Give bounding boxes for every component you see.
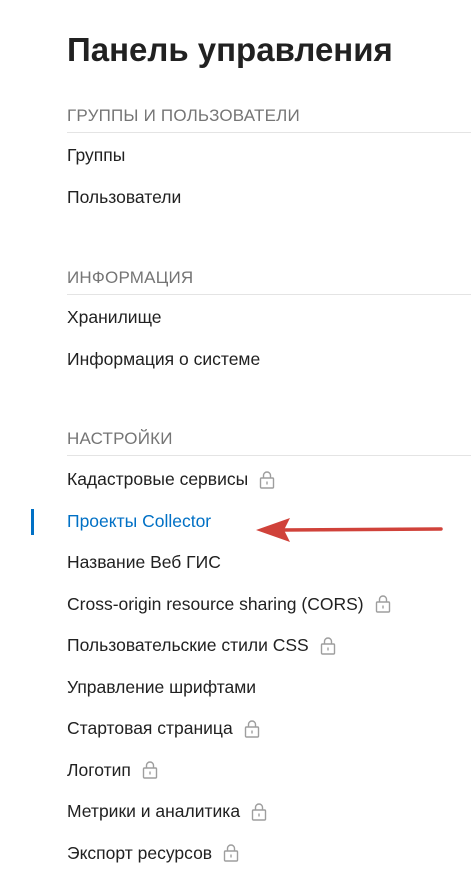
lock-icon xyxy=(251,802,267,821)
page-title: Панель управления xyxy=(67,31,393,68)
menu-item-users[interactable]: Пользователи xyxy=(67,177,471,219)
menu-item-label[interactable]: Метрики и аналитика xyxy=(67,801,240,822)
section-groups-users: ГРУППЫ И ПОЛЬЗОВАТЕЛИ Группы Пользовател… xyxy=(67,105,471,218)
section-settings: НАСТРОЙКИ Кадастровые сервисы Проекты Co… xyxy=(31,428,471,875)
menu-item-metrics-analytics[interactable]: Метрики и аналитика xyxy=(67,791,471,833)
menu-item-label[interactable]: Cross-origin resource sharing (CORS) xyxy=(67,594,364,615)
section-title: ИНФОРМАЦИЯ xyxy=(67,267,471,295)
menu-list: Хранилище Информация о системе xyxy=(67,297,471,380)
menu-item-label[interactable]: Проекты Collector xyxy=(67,511,211,532)
lock-icon xyxy=(259,470,275,489)
menu-item-resource-export[interactable]: Экспорт ресурсов xyxy=(67,833,471,875)
menu-item-logo[interactable]: Логотип xyxy=(67,750,471,792)
red-arrow-icon xyxy=(256,518,443,542)
menu-item-start-page[interactable]: Стартовая страница xyxy=(67,708,471,750)
menu-item-label[interactable]: Название Веб ГИС xyxy=(67,552,221,573)
menu-item-label[interactable]: Управление шрифтами xyxy=(67,677,256,698)
lock-icon xyxy=(142,760,158,779)
section-title: НАСТРОЙКИ xyxy=(67,428,471,456)
menu-item-label[interactable]: Группы xyxy=(67,145,125,166)
menu-item-label[interactable]: Стартовая страница xyxy=(67,718,233,739)
menu-item-cors[interactable]: Cross-origin resource sharing (CORS) xyxy=(67,584,471,626)
menu-item-font-management[interactable]: Управление шрифтами xyxy=(67,667,471,709)
lock-icon xyxy=(375,594,391,613)
menu-item-storage[interactable]: Хранилище xyxy=(67,297,471,339)
menu-item-label[interactable]: Экспорт ресурсов xyxy=(67,843,212,864)
menu-item-label[interactable]: Хранилище xyxy=(67,307,162,328)
menu-item-custom-css[interactable]: Пользовательские стили CSS xyxy=(67,625,471,667)
section-information: ИНФОРМАЦИЯ Хранилище Информация о систем… xyxy=(67,267,471,380)
menu-item-label[interactable]: Кадастровые сервисы xyxy=(67,469,248,490)
menu-item-label[interactable]: Пользователи xyxy=(67,187,181,208)
menu-item-groups[interactable]: Группы xyxy=(67,135,471,177)
lock-icon xyxy=(320,636,336,655)
lock-icon xyxy=(223,843,239,862)
menu-item-cadastral-services[interactable]: Кадастровые сервисы xyxy=(67,459,471,501)
menu-item-label[interactable]: Логотип xyxy=(67,760,131,781)
menu-list: Группы Пользователи xyxy=(67,135,471,218)
menu-item-system-info[interactable]: Информация о системе xyxy=(67,339,471,381)
lock-icon xyxy=(244,719,260,738)
menu-item-web-gis-name[interactable]: Название Веб ГИС xyxy=(67,542,471,584)
menu-item-label[interactable]: Информация о системе xyxy=(67,349,260,370)
menu-item-label[interactable]: Пользовательские стили CSS xyxy=(67,635,309,656)
section-title: ГРУППЫ И ПОЛЬЗОВАТЕЛИ xyxy=(67,105,471,133)
